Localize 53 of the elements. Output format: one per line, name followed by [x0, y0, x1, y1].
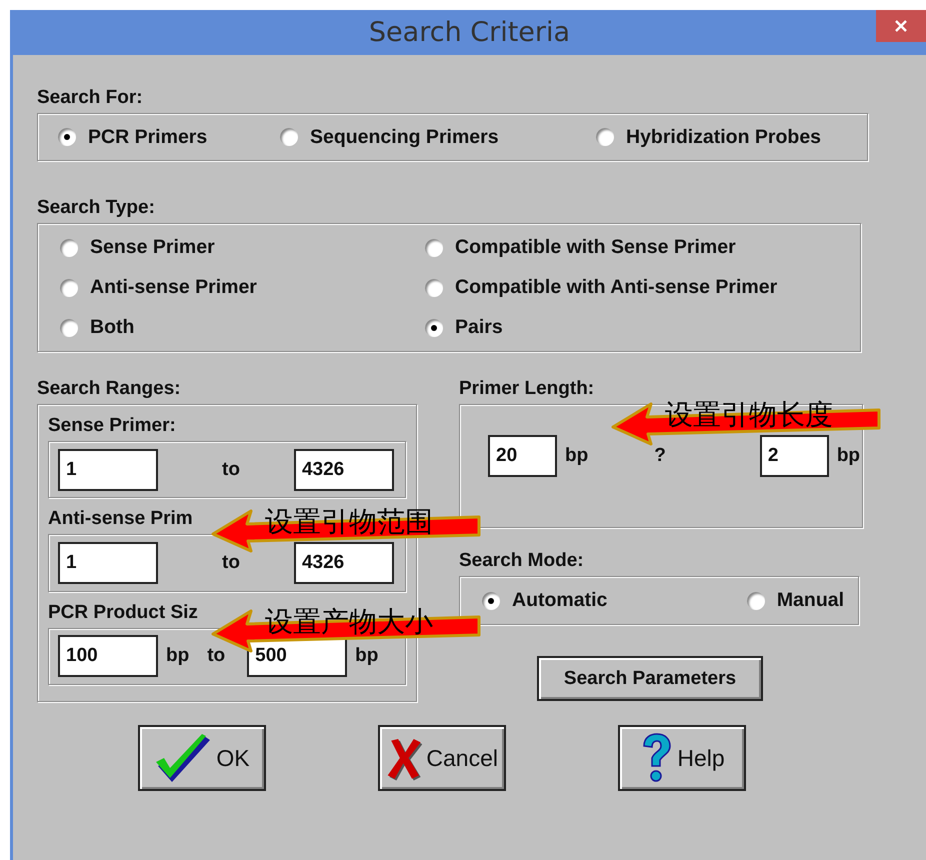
to-label: to — [207, 645, 226, 668]
radio-option[interactable]: PCR Primers — [58, 126, 280, 148]
radio-option[interactable]: Pairs — [425, 308, 860, 348]
radio-button[interactable] — [482, 592, 500, 610]
dialog-button[interactable]: OK — [138, 725, 266, 791]
section-label: Primer Length: — [459, 378, 596, 400]
radio-button[interactable] — [425, 318, 443, 336]
input-field[interactable]: 1 — [58, 542, 158, 584]
input-field[interactable]: 20 — [488, 435, 557, 477]
radio-option[interactable]: Sequencing Primers — [280, 126, 596, 148]
radio-button[interactable] — [425, 238, 443, 256]
radio-button[interactable] — [746, 592, 765, 610]
radio-button[interactable] — [58, 128, 76, 146]
section-label: Search Type: — [37, 197, 155, 219]
close-icon — [894, 19, 908, 33]
group-label: Anti-sense Prim — [48, 508, 193, 530]
radio-option[interactable]: Sense Primer — [60, 228, 425, 268]
input-field[interactable]: 100 — [58, 635, 158, 678]
close-button[interactable] — [876, 10, 926, 42]
radio-option[interactable]: Both — [60, 308, 425, 348]
radio-option[interactable]: Compatible with Sense Primer — [425, 228, 860, 268]
separator-label: ? — [654, 445, 666, 467]
input-field[interactable]: 4326 — [294, 448, 394, 491]
input-field[interactable]: 1 — [58, 448, 158, 491]
radio-option[interactable]: Compatible with Anti-sense Primer — [425, 268, 860, 308]
radio-option[interactable]: Anti-sense Primer — [60, 268, 425, 308]
radio-button[interactable] — [60, 278, 78, 296]
section-label: Search Ranges: — [37, 378, 182, 400]
to-label: to — [222, 552, 240, 574]
section-label: Search For: — [37, 87, 143, 109]
unit-label: bp — [166, 645, 190, 668]
unit-label: bp — [565, 445, 588, 467]
window-title: Search Criteria — [368, 17, 570, 48]
radio-option[interactable]: Manual — [746, 589, 844, 612]
group-label: PCR Product Siz — [48, 602, 198, 624]
radio-button[interactable] — [60, 238, 78, 256]
section-label: Search Mode: — [459, 550, 585, 572]
checkmark-icon — [154, 732, 212, 784]
radio-button[interactable] — [596, 128, 614, 146]
search-parameters-button[interactable]: Search Parameters — [537, 656, 763, 701]
unit-label: bp — [836, 445, 860, 467]
radio-button[interactable] — [60, 318, 78, 336]
unit-label: bp — [355, 645, 378, 668]
radio-option[interactable]: Automatic — [482, 589, 608, 612]
radio-button[interactable] — [280, 128, 298, 146]
input-field[interactable]: 4326 — [294, 542, 394, 584]
group-label: Sense Primer: — [48, 415, 176, 437]
dialog-button[interactable]: Cancel — [378, 725, 506, 791]
radio-option[interactable]: Hybridization Probes — [596, 126, 822, 148]
dialog-button[interactable]: Help — [618, 725, 746, 791]
input-field[interactable]: 2 — [760, 435, 829, 477]
radio-button[interactable] — [425, 278, 443, 296]
to-label: to — [222, 458, 240, 481]
